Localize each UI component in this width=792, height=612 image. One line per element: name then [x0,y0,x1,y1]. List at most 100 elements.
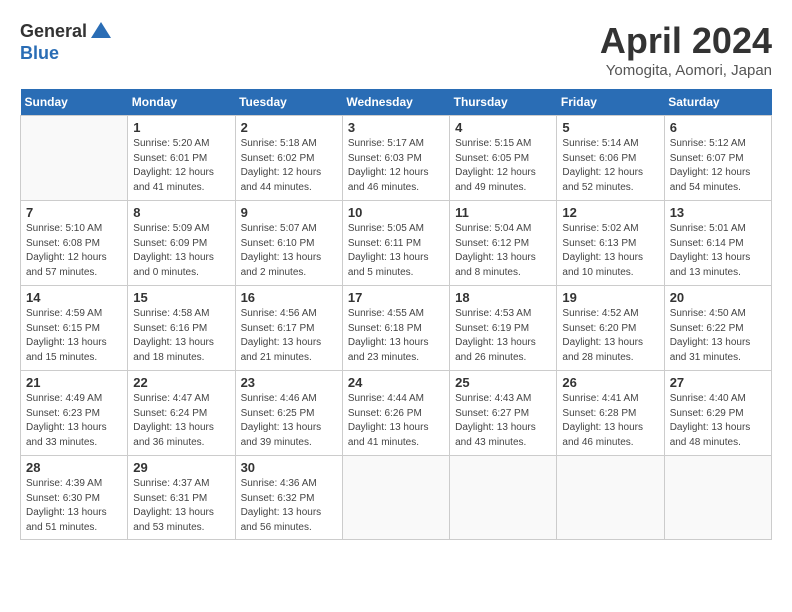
day-number: 27 [670,375,766,390]
calendar-day: 1Sunrise: 5:20 AMSunset: 6:01 PMDaylight… [128,116,235,201]
calendar-body: 1Sunrise: 5:20 AMSunset: 6:01 PMDaylight… [21,116,772,540]
day-number: 22 [133,375,229,390]
day-info: Sunrise: 4:47 AMSunset: 6:24 PMDaylight:… [133,392,229,450]
calendar-day: 9Sunrise: 5:07 AMSunset: 6:10 PMDaylight… [235,201,342,286]
day-info: Sunrise: 4:36 AMSunset: 6:32 PMDaylight:… [241,477,337,535]
calendar-day [342,456,449,540]
calendar-day [557,456,664,540]
calendar-day: 18 Sunrise: 4:53 AMSunset: 6:19 PMDayligh… [450,286,557,371]
day-number: 9 [241,205,337,220]
day-number: 23 [241,375,337,390]
logo-general-text: General [20,22,87,42]
calendar-day: 17 Sunrise: 4:55 AMSunset: 6:18 PMDayligh… [342,286,449,371]
day-info: Sunrise: 4:52 AMSunset: 6:20 PMDaylight:… [562,307,658,365]
calendar-week-5: 28 Sunrise: 4:39 AMSunset: 6:30 PMDayligh… [21,456,772,540]
calendar-day: 30 Sunrise: 4:36 AMSunset: 6:32 PMDayligh… [235,456,342,540]
calendar-day: 21 Sunrise: 4:49 AMSunset: 6:23 PMDayligh… [21,371,128,456]
calendar-day: 29Sunrise: 4:37 AMSunset: 6:31 PMDayligh… [128,456,235,540]
column-header-wednesday: Wednesday [342,89,449,116]
day-info: Sunrise: 5:14 AMSunset: 6:06 PMDaylight:… [562,137,658,195]
day-info: Sunrise: 5:15 AMSunset: 6:05 PMDaylight:… [455,137,551,195]
calendar-week-3: 14Sunrise: 4:59 AMSunset: 6:15 PMDayligh… [21,286,772,371]
day-info: Sunrise: 5:18 AMSunset: 6:02 PMDaylight:… [241,137,337,195]
day-number: 29 [133,460,229,475]
calendar-day: 20 Sunrise: 4:50 AMSunset: 6:22 PMDayligh… [664,286,771,371]
day-number: 11 [455,205,551,220]
calendar-day: 7 Sunrise: 5:10 AMSunset: 6:08 PMDaylight… [21,201,128,286]
day-number: 17 [348,290,444,305]
day-number: 24 [348,375,444,390]
calendar-day [21,116,128,201]
day-info: Sunrise: 5:20 AMSunset: 6:01 PMDaylight:… [133,137,229,195]
day-info: Sunrise: 5:09 AMSunset: 6:09 PMDaylight:… [133,222,229,280]
day-info: Sunrise: 4:40 AMSunset: 6:29 PMDaylight:… [670,392,766,450]
logo-icon [89,20,113,44]
day-number: 4 [455,120,551,135]
calendar-day: 2 Sunrise: 5:18 AMSunset: 6:02 PMDaylight… [235,116,342,201]
day-number: 28 [26,460,122,475]
page-header: General Blue April 2024 Yomogita, Aomori… [20,20,772,79]
calendar-header: SundayMondayTuesdayWednesdayThursdayFrid… [21,89,772,116]
day-number: 20 [670,290,766,305]
day-number: 13 [670,205,766,220]
calendar-day: 5 Sunrise: 5:14 AMSunset: 6:06 PMDaylight… [557,116,664,201]
calendar-day: 19 Sunrise: 4:52 AMSunset: 6:20 PMDayligh… [557,286,664,371]
day-number: 30 [241,460,337,475]
calendar-day: 12 Sunrise: 5:02 AMSunset: 6:13 PMDayligh… [557,201,664,286]
calendar-day: 10Sunrise: 5:05 AMSunset: 6:11 PMDayligh… [342,201,449,286]
day-number: 2 [241,120,337,135]
day-info: Sunrise: 4:55 AMSunset: 6:18 PMDaylight:… [348,307,444,365]
day-number: 10 [348,205,444,220]
column-header-tuesday: Tuesday [235,89,342,116]
day-info: Sunrise: 5:12 AMSunset: 6:07 PMDaylight:… [670,137,766,195]
calendar-day: 16Sunrise: 4:56 AMSunset: 6:17 PMDayligh… [235,286,342,371]
column-header-sunday: Sunday [21,89,128,116]
day-info: Sunrise: 5:02 AMSunset: 6:13 PMDaylight:… [562,222,658,280]
calendar-day: 26Sunrise: 4:41 AMSunset: 6:28 PMDayligh… [557,371,664,456]
calendar-week-1: 1Sunrise: 5:20 AMSunset: 6:01 PMDaylight… [21,116,772,201]
calendar-day: 8 Sunrise: 5:09 AMSunset: 6:09 PMDaylight… [128,201,235,286]
calendar-week-4: 21 Sunrise: 4:49 AMSunset: 6:23 PMDayligh… [21,371,772,456]
calendar-day: 3Sunrise: 5:17 AMSunset: 6:03 PMDaylight… [342,116,449,201]
calendar-day: 14Sunrise: 4:59 AMSunset: 6:15 PMDayligh… [21,286,128,371]
day-number: 5 [562,120,658,135]
calendar-day: 27 Sunrise: 4:40 AMSunset: 6:29 PMDayligh… [664,371,771,456]
day-number: 26 [562,375,658,390]
day-number: 16 [241,290,337,305]
calendar-day: 22 Sunrise: 4:47 AMSunset: 6:24 PMDayligh… [128,371,235,456]
calendar-day [664,456,771,540]
logo: General Blue [20,20,113,64]
day-info: Sunrise: 4:39 AMSunset: 6:30 PMDaylight:… [26,477,122,535]
day-number: 6 [670,120,766,135]
calendar-table: SundayMondayTuesdayWednesdayThursdayFrid… [20,89,772,540]
calendar-subtitle: Yomogita, Aomori, Japan [600,62,772,79]
day-number: 7 [26,205,122,220]
calendar-day: 23Sunrise: 4:46 AMSunset: 6:25 PMDayligh… [235,371,342,456]
day-number: 21 [26,375,122,390]
calendar-day: 28 Sunrise: 4:39 AMSunset: 6:30 PMDayligh… [21,456,128,540]
header-row: SundayMondayTuesdayWednesdayThursdayFrid… [21,89,772,116]
day-info: Sunrise: 4:49 AMSunset: 6:23 PMDaylight:… [26,392,122,450]
day-info: Sunrise: 4:53 AMSunset: 6:19 PMDaylight:… [455,307,551,365]
day-number: 12 [562,205,658,220]
day-info: Sunrise: 4:43 AMSunset: 6:27 PMDaylight:… [455,392,551,450]
calendar-day: 4 Sunrise: 5:15 AMSunset: 6:05 PMDaylight… [450,116,557,201]
day-info: Sunrise: 4:50 AMSunset: 6:22 PMDaylight:… [670,307,766,365]
day-number: 8 [133,205,229,220]
day-number: 14 [26,290,122,305]
day-info: Sunrise: 4:58 AMSunset: 6:16 PMDaylight:… [133,307,229,365]
day-number: 19 [562,290,658,305]
day-number: 18 [455,290,551,305]
column-header-friday: Friday [557,89,664,116]
title-area: April 2024 Yomogita, Aomori, Japan [600,20,772,79]
calendar-day: 15 Sunrise: 4:58 AMSunset: 6:16 PMDayligh… [128,286,235,371]
day-number: 25 [455,375,551,390]
calendar-day: 24 Sunrise: 4:44 AMSunset: 6:26 PMDayligh… [342,371,449,456]
day-info: Sunrise: 5:17 AMSunset: 6:03 PMDaylight:… [348,137,444,195]
day-info: Sunrise: 5:04 AMSunset: 6:12 PMDaylight:… [455,222,551,280]
day-number: 15 [133,290,229,305]
calendar-day: 25 Sunrise: 4:43 AMSunset: 6:27 PMDayligh… [450,371,557,456]
day-info: Sunrise: 4:44 AMSunset: 6:26 PMDaylight:… [348,392,444,450]
day-info: Sunrise: 5:10 AMSunset: 6:08 PMDaylight:… [26,222,122,280]
day-info: Sunrise: 5:01 AMSunset: 6:14 PMDaylight:… [670,222,766,280]
